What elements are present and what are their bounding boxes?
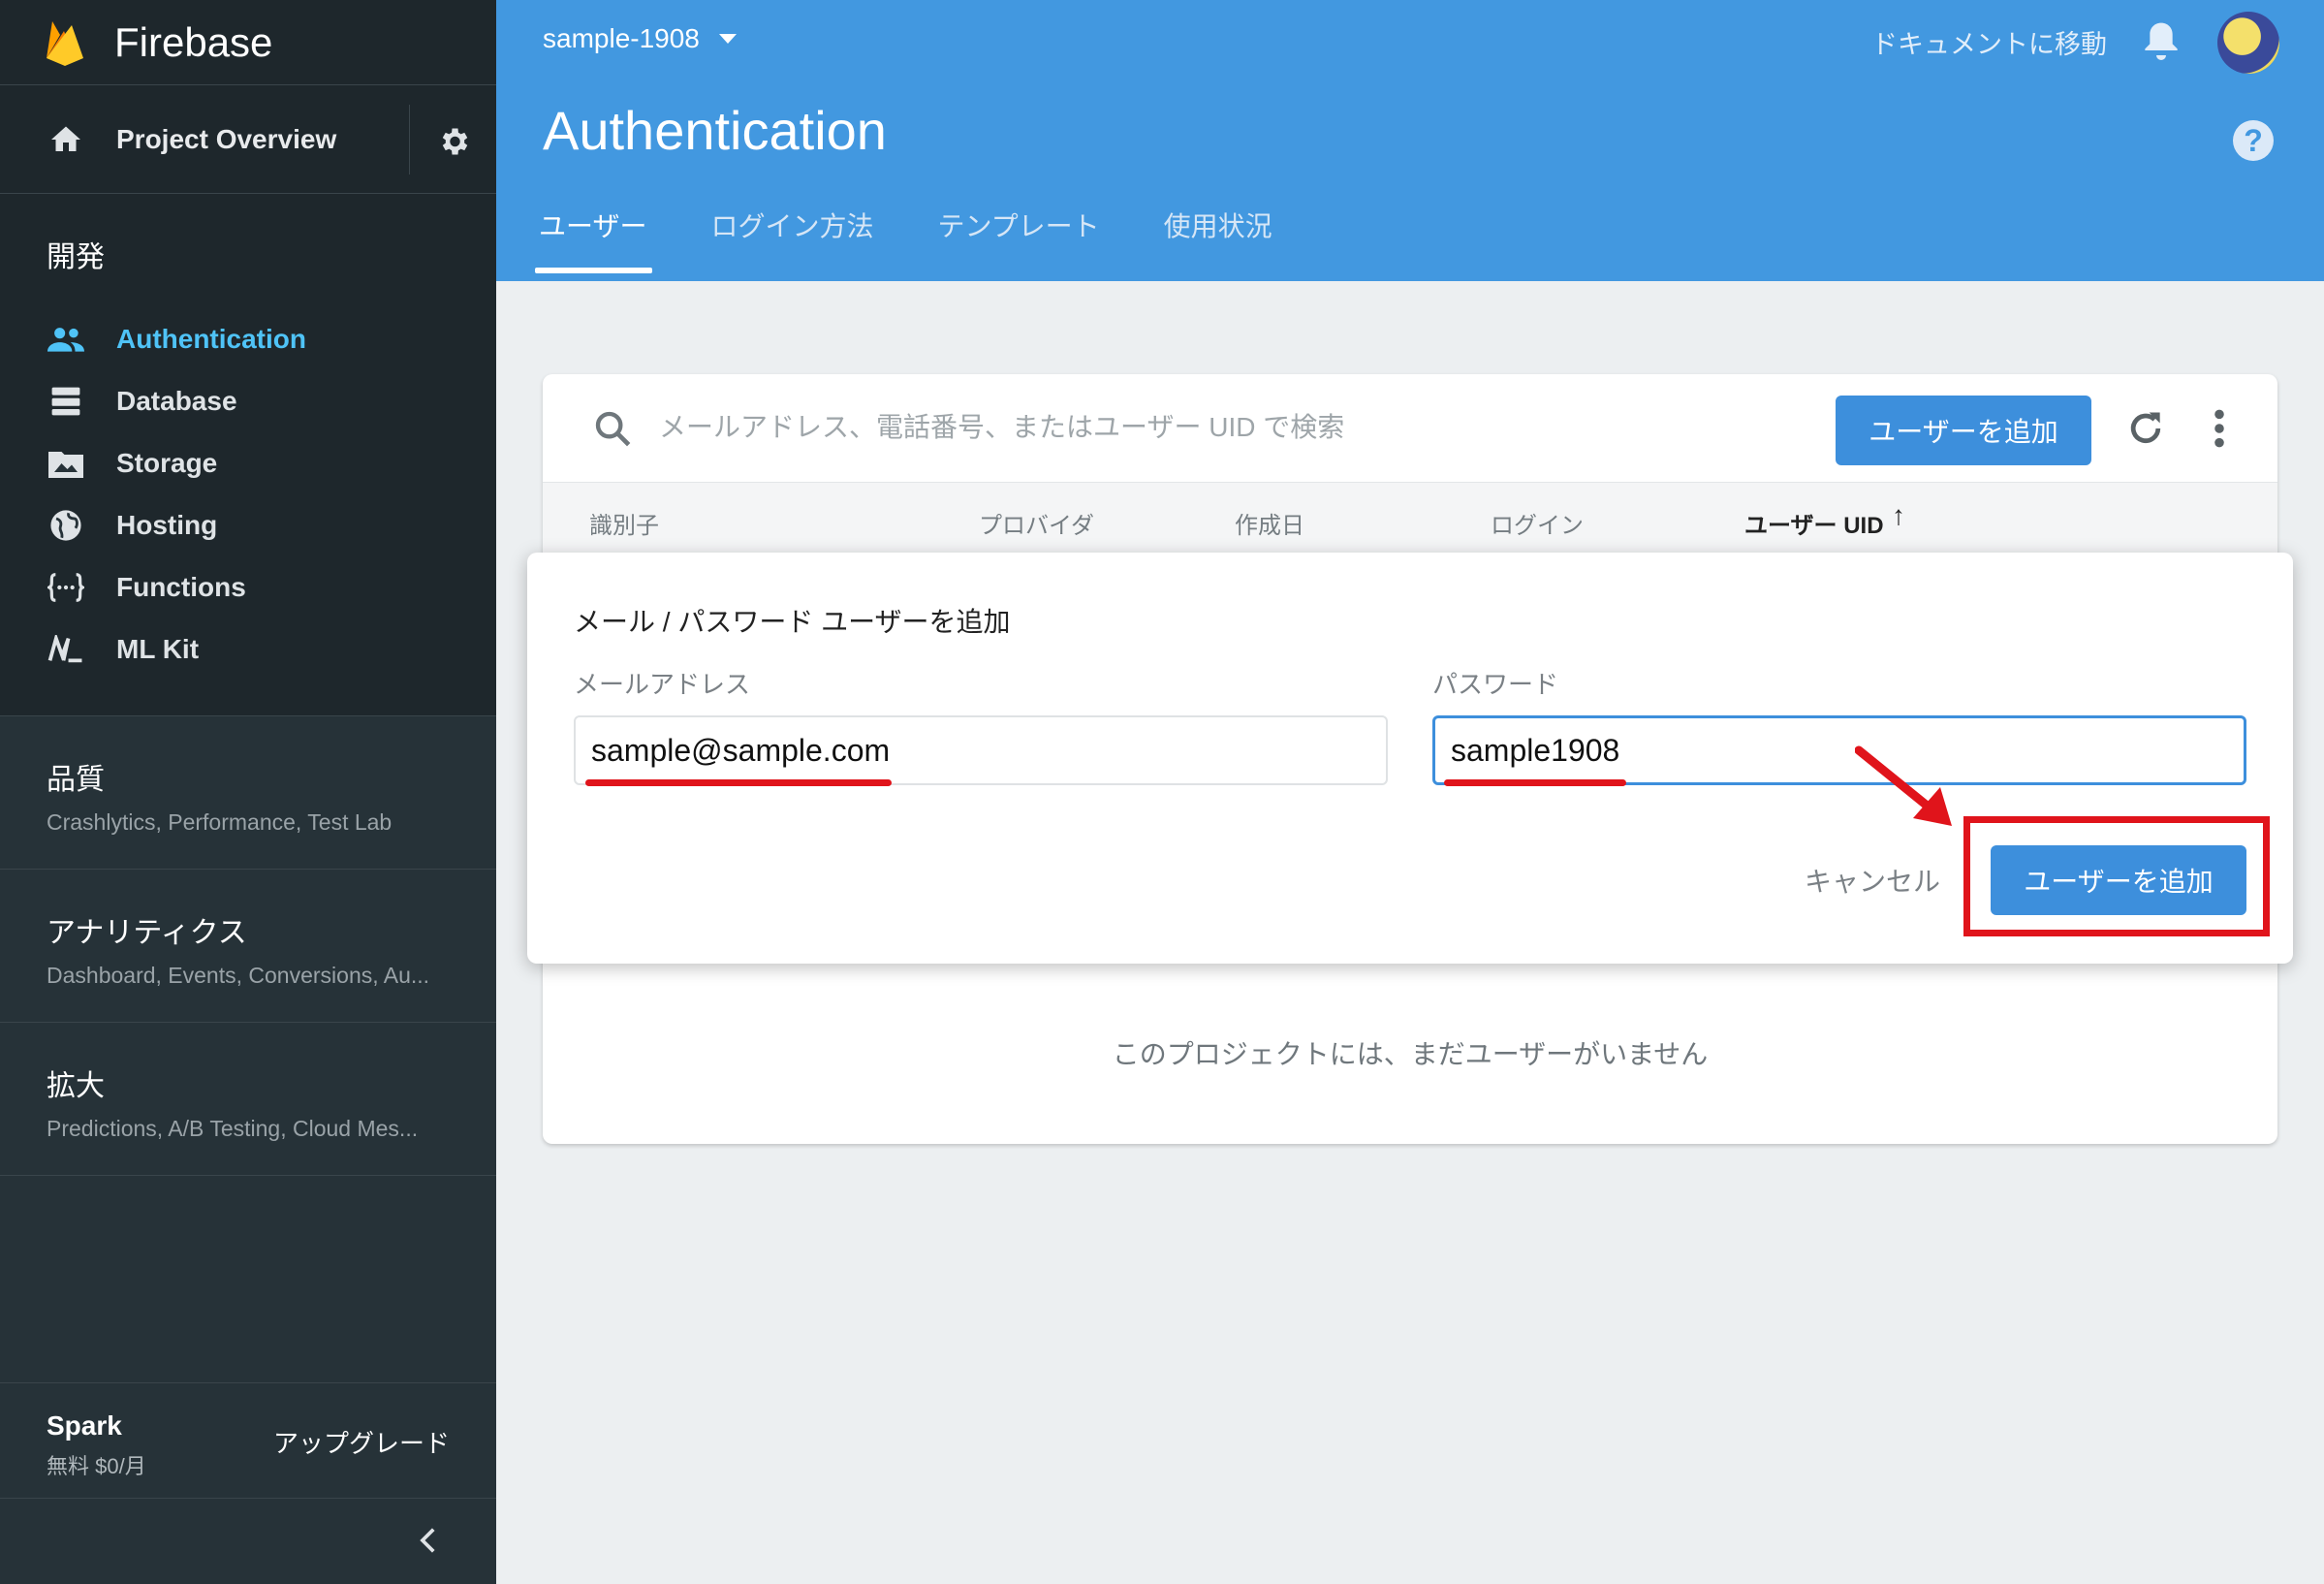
plan-section: Spark 無料 $0/月 アップグレード [0,1382,496,1499]
annotation-arrow-icon [1855,745,1952,826]
group-title: 品質 [47,764,105,796]
firebase-logo-icon [47,20,83,66]
project-name: sample-1908 [543,23,700,53]
column-user-uid[interactable]: ユーザー UID [1744,506,1884,540]
users-icon [47,328,84,352]
page-title: Authentication [543,100,887,161]
database-icon [51,387,80,416]
group-title: 拡大 [47,1070,105,1102]
more-vert-icon[interactable] [2206,407,2233,450]
sidebar-item-label: Functions [116,572,246,602]
globe-icon [50,510,81,541]
sidebar-group-grow[interactable]: 拡大 Predictions, A/B Testing, Cloud Mes..… [0,1023,496,1176]
tab-sign-in-method[interactable]: ログイン方法 [710,206,873,273]
develop-section: 開発 Authentication Database Storage Hosti… [0,194,496,716]
bell-icon[interactable] [2142,19,2181,62]
help-icon[interactable]: ? [2233,120,2274,161]
sidebar-item-label: Database [116,386,237,416]
divider [409,105,410,174]
search-row: ユーザーを追加 [543,374,2277,483]
column-provider[interactable]: プロバイダ [979,506,1094,540]
sidebar-item-label: Storage [116,448,218,478]
develop-title: 開発 [47,241,105,273]
project-selector[interactable]: sample-1908 [543,23,737,54]
sidebar-group-quality[interactable]: 品質 Crashlytics, Performance, Test Lab [0,716,496,870]
tab-bar: ユーザー ログイン方法 テンプレート 使用状況 [534,206,1336,273]
sidebar-item-ml-kit[interactable]: ML Kit [0,618,496,681]
sidebar-item-authentication[interactable]: Authentication [0,308,496,370]
dialog-title: メール / パスワード ユーザーを追加 [574,607,1011,637]
email-annotation-underline [585,779,892,786]
sidebar-item-functions[interactable]: Functions [0,556,496,618]
sidebar-item-label: Authentication [116,324,306,354]
group-subtitle: Crashlytics, Performance, Test Lab [47,809,393,835]
home-icon [51,126,80,151]
table-header: 識別子 プロバイダ 作成日 ログイン ユーザー UID ↑ [543,483,2277,553]
sidebar-item-label: ML Kit [116,634,200,664]
group-subtitle: Predictions, A/B Testing, Cloud Mes... [47,1116,419,1141]
password-label: パスワード [1432,670,1559,699]
search-input[interactable] [659,403,1531,452]
empty-state: このプロジェクトには、まだユーザーがいません [1112,1039,1709,1069]
sidebar-item-database[interactable]: Database [0,370,496,432]
plan-price: 無料 $0/月 [47,1454,146,1478]
brand-name: Firebase [114,18,273,65]
sidebar-group-analytics[interactable]: アナリティクス Dashboard, Events, Conversions, … [0,870,496,1023]
gear-icon[interactable] [436,124,471,159]
brand[interactable]: Firebase [0,0,496,85]
search-icon [595,411,631,447]
functions-icon [47,573,84,602]
sidebar: Firebase Project Overview 開発 Authenticat… [0,0,496,1584]
tab-users[interactable]: ユーザー [534,206,653,273]
column-identifier[interactable]: 識別子 [589,506,659,540]
project-overview-label: Project Overview [116,123,337,154]
tab-templates[interactable]: テンプレート [937,206,1099,273]
tab-usage[interactable]: 使用状況 [1164,206,1272,273]
sidebar-item-label: Hosting [116,510,218,540]
add-user-dialog: メール / パスワード ユーザーを追加 メールアドレス パスワード キャンセル … [527,553,2293,964]
sidebar-item-storage[interactable]: Storage [0,432,496,494]
upgrade-link[interactable]: アップグレード [273,1424,450,1460]
sort-arrow-icon[interactable]: ↑ [1892,500,1905,531]
column-created[interactable]: 作成日 [1235,506,1304,540]
group-subtitle: Dashboard, Events, Conversions, Au... [47,963,430,988]
confirm-add-user-button[interactable]: ユーザーを追加 [1991,845,2246,915]
password-field[interactable] [1432,715,2246,785]
cancel-button[interactable]: キャンセル [1805,861,1940,900]
avatar[interactable] [2217,12,2279,74]
header: sample-1908 ドキュメントに移動 Authentication ? ユ… [496,0,2324,281]
chevron-left-icon[interactable] [413,1524,446,1557]
mlkit-icon [47,635,82,663]
plan-name: Spark [47,1410,122,1441]
password-annotation-underline [1444,779,1626,786]
docs-link[interactable]: ドキュメントに移動 [1871,23,2107,61]
refresh-icon[interactable] [2124,407,2167,450]
caret-down-icon [718,34,737,44]
email-label: メールアドレス [574,670,751,699]
group-title: アナリティクス [47,917,247,949]
column-signed-in[interactable]: ログイン [1491,506,1584,540]
storage-icon [48,452,83,478]
email-field[interactable] [574,715,1388,785]
add-user-button[interactable]: ユーザーを追加 [1836,396,2091,465]
project-overview[interactable]: Project Overview [0,85,496,194]
sidebar-item-hosting[interactable]: Hosting [0,494,496,556]
